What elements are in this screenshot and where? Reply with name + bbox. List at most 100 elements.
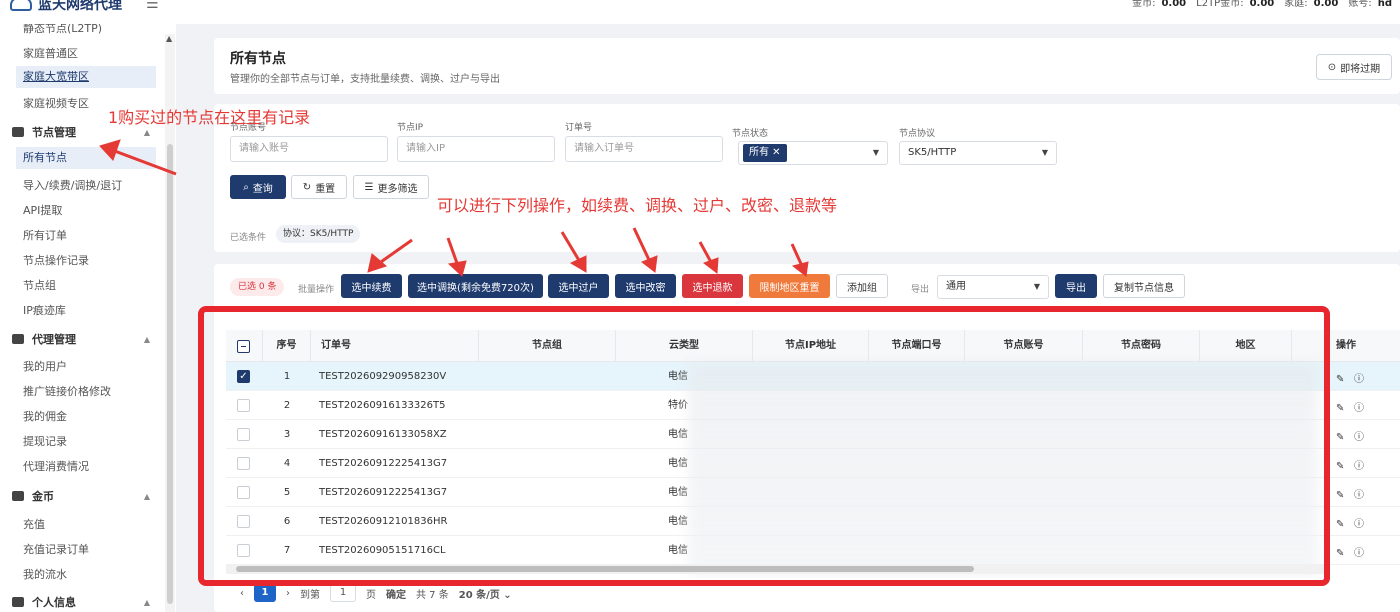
users-icon (12, 334, 24, 344)
condition-chip[interactable]: 协议：SK5/HTTP (276, 225, 361, 243)
prev-page-icon[interactable]: ‹ (240, 588, 244, 599)
refresh-icon: ↻ (302, 181, 312, 193)
info-icon[interactable]: ⓘ (1354, 519, 1364, 530)
reset-button[interactable]: ↻ 重置 (291, 175, 347, 199)
sidebar-item-promo-price[interactable]: 推广链接价格修改 (23, 383, 111, 399)
batch-change-password-button[interactable]: 选中改密 (615, 274, 676, 298)
sidebar-item-recharge-orders[interactable]: 充值记录订单 (23, 541, 89, 557)
export-format-select[interactable]: 通用 ▼ (937, 275, 1049, 299)
annotation-operations: 可以进行下列操作，如续费、调换、过户、改密、退款等 (437, 196, 838, 215)
sidebar-item-my-users[interactable]: 我的用户 (23, 358, 67, 374)
batch-swap-button[interactable]: 选中调换(剩余免费720次) (408, 274, 543, 298)
sidebar-item-commission[interactable]: 我的佣金 (23, 408, 67, 424)
sidebar-item-ip-trace[interactable]: IP痕迹库 (23, 302, 66, 318)
goto-label: 到第 (300, 589, 320, 601)
hamburger-icon[interactable]: ☰ (146, 0, 159, 12)
selected-count-badge: 已选 0 条 (230, 278, 285, 296)
status-label: 节点状态 (732, 129, 769, 139)
info-icon[interactable]: ⓘ (1354, 432, 1364, 443)
sidebar-item-static-l2tp[interactable]: 静态节点(L2TP) (23, 24, 102, 36)
row-actions: ✎ ⓘ (1336, 544, 1364, 559)
info-icon[interactable]: ⓘ (1354, 490, 1364, 501)
ip-label: 节点IP (397, 123, 424, 133)
sidebar-item-agent-spend[interactable]: 代理消费情况 (23, 458, 89, 474)
edit-icon[interactable]: ✎ (1336, 432, 1344, 443)
filter-icon: ☰ (364, 181, 374, 193)
edit-icon[interactable]: ✎ (1336, 374, 1344, 385)
scroll-up-icon[interactable]: ▲ (166, 34, 172, 43)
user-icon (12, 597, 24, 607)
search-icon: ⌕ (243, 181, 249, 193)
row-actions: ✎ ⓘ (1336, 457, 1364, 472)
app-logo[interactable]: 蓝天网络代理 (10, 0, 122, 14)
page-title: 所有节点 (230, 51, 286, 67)
info-icon[interactable]: ⓘ (1354, 548, 1364, 559)
app-name: 蓝天网络代理 (38, 0, 122, 13)
goto-page-input[interactable]: 1 (330, 584, 356, 602)
copy-node-info-button[interactable]: 复制节点信息 (1103, 274, 1185, 298)
sidebar-item-api[interactable]: API提取 (23, 202, 62, 218)
row-actions: ✎ ⓘ (1336, 486, 1364, 501)
scrollbar-thumb[interactable] (167, 144, 173, 604)
top-bar: 蓝天网络代理 ☰ 金币: 0.00 L2TP金币: 0.00 家庭: 0.00 账号:… (0, 0, 1400, 24)
region-reset-button[interactable]: 限制地区重置 (749, 274, 830, 298)
wallet-icon (12, 491, 24, 501)
query-button[interactable]: ⌕ 查询 (230, 175, 286, 199)
info-icon[interactable]: ⓘ (1354, 403, 1364, 414)
sidebar-item-my-flow[interactable]: 我的流水 (23, 566, 67, 582)
info-icon[interactable]: ⓘ (1354, 461, 1364, 472)
info-icon[interactable]: ⓘ (1354, 374, 1364, 385)
sidebar-section-gold[interactable]: 金币 ▲ (12, 488, 150, 504)
sidebar-item-all-orders[interactable]: 所有订单 (23, 227, 67, 243)
stat-gold: 金币: 0.00 (1132, 0, 1187, 9)
page-size-select[interactable]: 20 条/页 ⌄ (459, 586, 512, 601)
page-subtitle: 管理你的全部节点与订单，支持批量续费、调换、过户与导出 (230, 74, 500, 85)
sidebar-item-node-logs[interactable]: 节点操作记录 (23, 252, 89, 268)
sidebar-section-agent-mgmt[interactable]: 代理管理 ▲ (12, 331, 150, 347)
sidebar-section-profile[interactable]: 个人信息 ▲ (12, 594, 150, 610)
stat-account: 账号: hd (1348, 0, 1392, 9)
expiring-soon-button[interactable]: ⊙ 即将过期 (1316, 54, 1392, 80)
page-1-button[interactable]: 1 (254, 584, 276, 602)
chevron-up-icon: ▲ (143, 597, 150, 607)
ip-input[interactable]: 请输入IP (397, 136, 555, 162)
add-group-button[interactable]: 添加组 (836, 274, 888, 298)
sidebar-item-home-normal[interactable]: 家庭普通区 (23, 45, 78, 61)
next-page-icon[interactable]: › (286, 588, 290, 599)
goto-confirm-button[interactable]: 确定 (386, 586, 406, 601)
page-unit: 页 (366, 589, 376, 601)
batch-transfer-button[interactable]: 选中过户 (548, 274, 609, 298)
edit-icon[interactable]: ✎ (1336, 490, 1344, 501)
export-label: 导出 (911, 285, 930, 295)
order-input[interactable]: 请输入订单号 (565, 136, 723, 162)
account-input[interactable]: 请输入账号 (230, 136, 388, 162)
status-select[interactable]: 所有 ✕ ▼ (738, 141, 888, 165)
more-filters-button[interactable]: ☰ 更多筛选 (353, 175, 429, 199)
sidebar-item-home-video[interactable]: 家庭视频专区 (23, 95, 89, 111)
edit-icon[interactable]: ✎ (1336, 403, 1344, 414)
protocol-select[interactable]: SK5/HTTP ▼ (899, 141, 1057, 165)
batch-refund-button[interactable]: 选中退款 (682, 274, 743, 298)
edit-icon[interactable]: ✎ (1336, 548, 1344, 559)
pagination: ‹ 1 › 到第 1 页 确定 共 7 条 20 条/页 ⌄ (240, 584, 512, 602)
server-icon (12, 127, 24, 137)
sidebar-item-withdraw[interactable]: 提现记录 (23, 433, 67, 449)
sidebar-item-node-groups[interactable]: 节点组 (23, 277, 56, 293)
export-button[interactable]: 导出 (1055, 274, 1097, 298)
status-chip[interactable]: 所有 ✕ (743, 144, 787, 162)
sidebar-item-all-nodes[interactable]: 所有节点 (16, 147, 156, 169)
edit-icon[interactable]: ✎ (1336, 519, 1344, 530)
annotation-frame (198, 306, 1330, 586)
sidebar-item-home-broadband[interactable]: 家庭大宽带区 (16, 66, 156, 88)
chevron-down-icon: ▼ (1041, 148, 1048, 157)
row-actions: ✎ ⓘ (1336, 370, 1364, 385)
chevron-up-icon: ▲ (143, 491, 150, 501)
sidebar-item-recharge[interactable]: 充值 (23, 516, 45, 532)
chevron-down-icon: ▼ (872, 148, 879, 157)
batch-label: 批量操作 (298, 285, 335, 295)
edit-icon[interactable]: ✎ (1336, 461, 1344, 472)
sidebar-item-import-renew[interactable]: 导入/续费/调换/退订 (23, 177, 122, 193)
batch-renew-button[interactable]: 选中续费 (341, 274, 402, 298)
row-actions: ✎ ⓘ (1336, 399, 1364, 414)
chevron-down-icon: ▼ (1033, 282, 1040, 291)
